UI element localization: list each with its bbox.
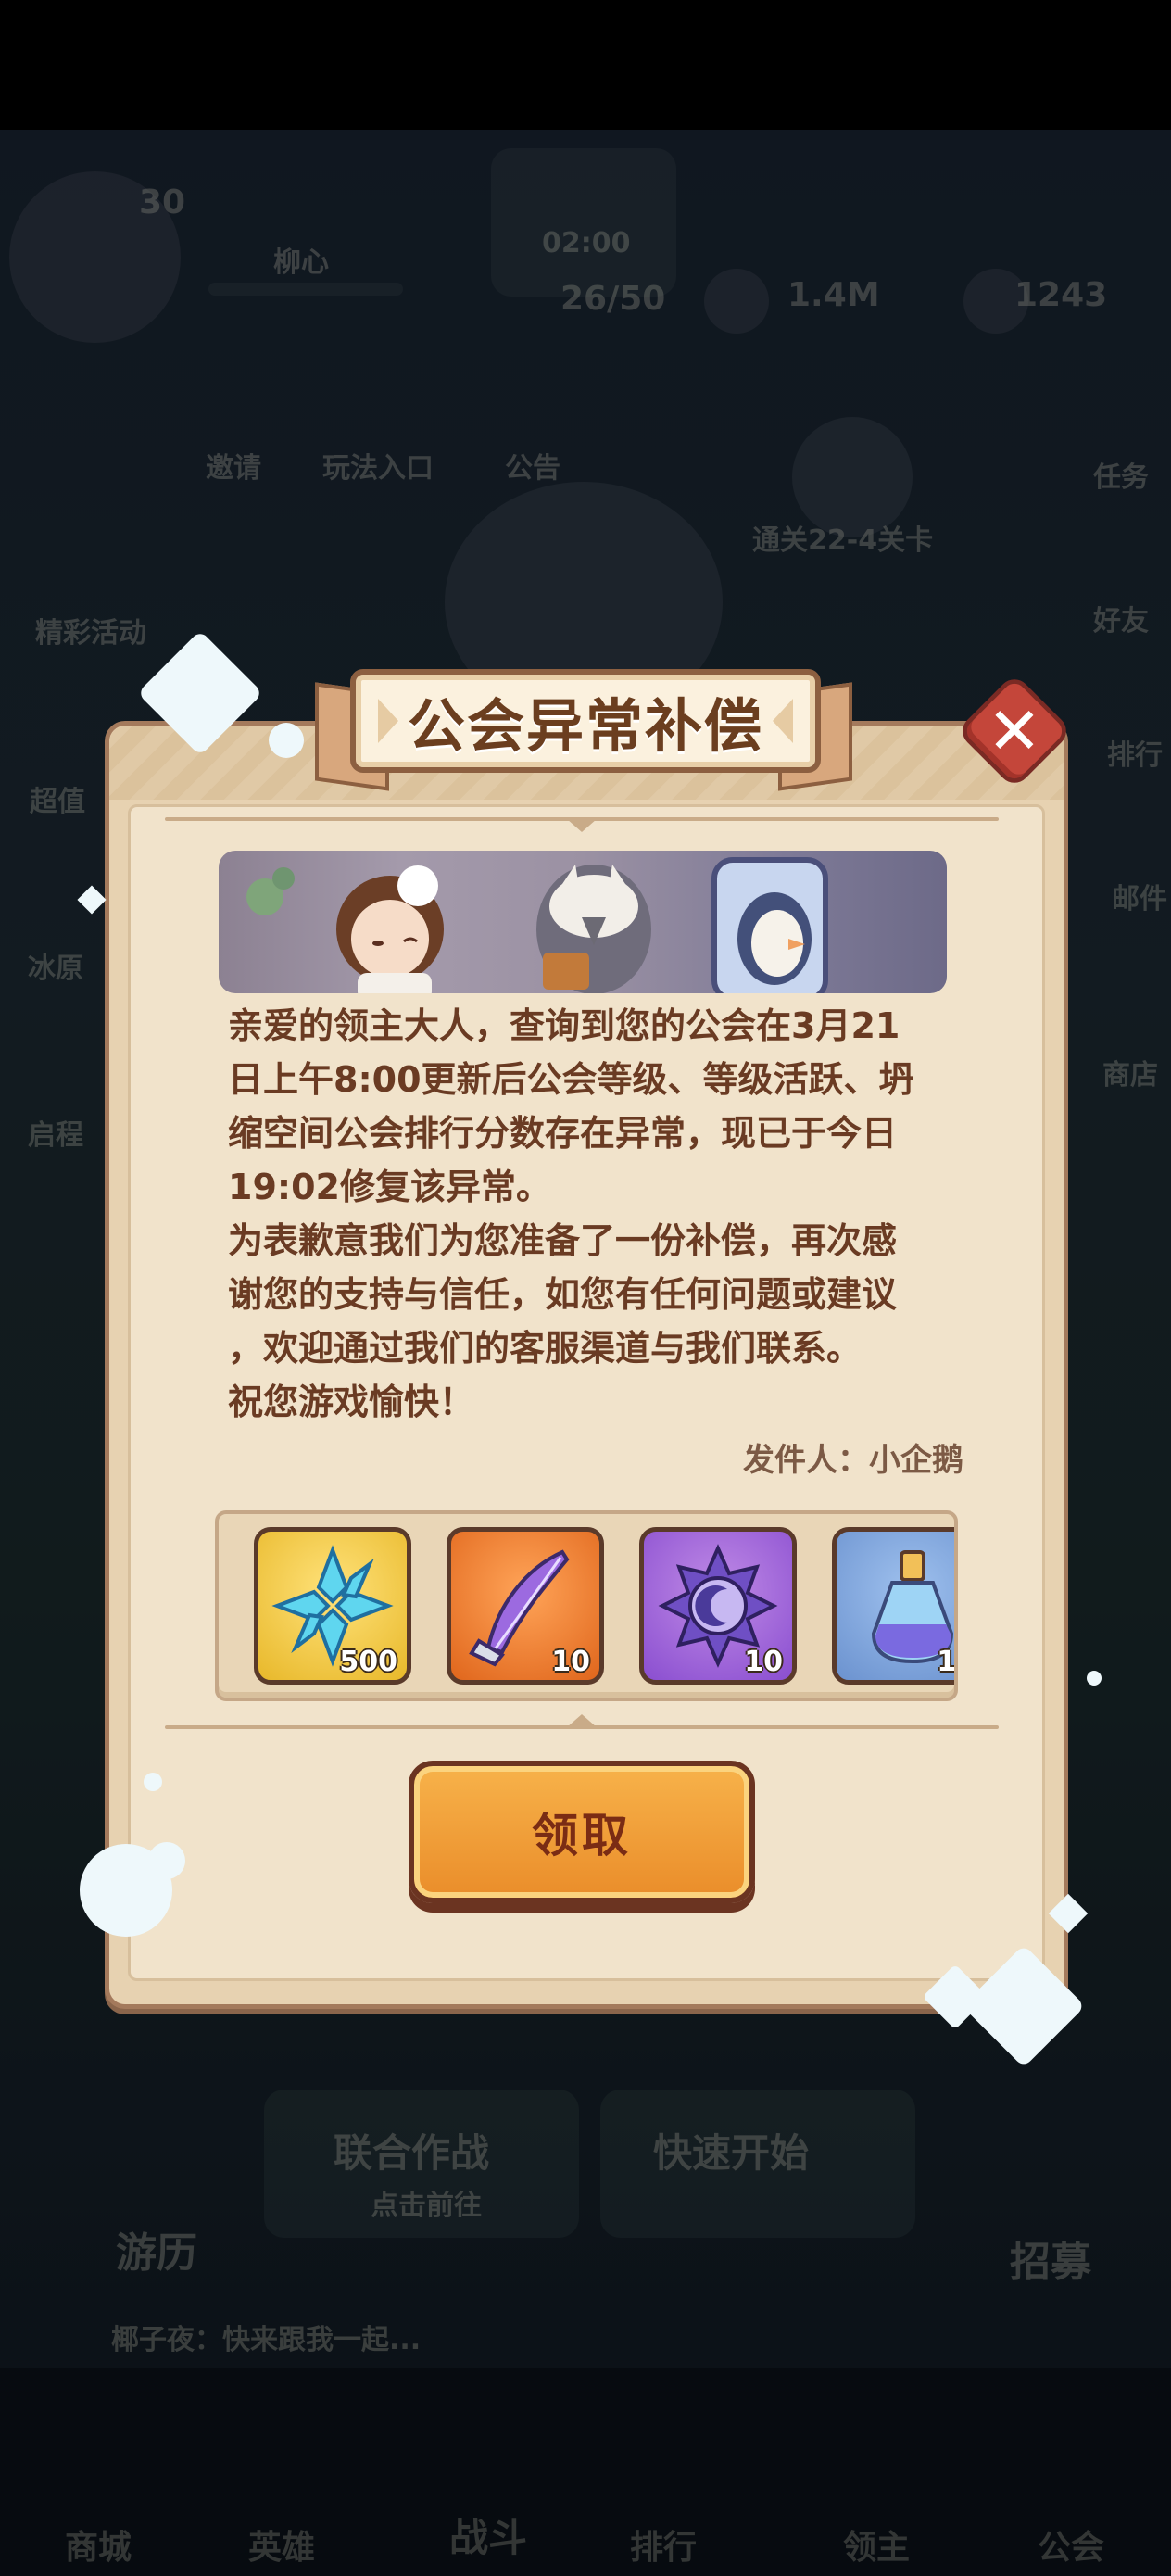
message-line: 为表歉意我们为您准备了一份补偿，再次感 xyxy=(228,1220,898,1261)
reward-quantity: 500 xyxy=(339,1646,397,1678)
sparkle-dot-right xyxy=(1087,1671,1102,1686)
rewards-list[interactable]: 500 10 10 10 xyxy=(215,1510,958,1701)
message-line: 谢您的支持与信任，如您有任何问题或建议 xyxy=(228,1274,898,1315)
message-line: ，欢迎通过我们的客服渠道与我们联系。 xyxy=(228,1328,863,1369)
message-line: 日上午8:00更新后公会等级、等级活跃、坍 xyxy=(228,1059,914,1100)
reward-item[interactable]: 10 xyxy=(447,1527,604,1685)
claim-label: 领取 xyxy=(532,1809,632,1863)
title-banner: 公会异常补偿 xyxy=(350,669,821,773)
sparkle-dot-small xyxy=(144,1773,162,1791)
divider-ornament xyxy=(567,1714,597,1727)
sparkle-dot xyxy=(269,723,304,758)
reward-item[interactable]: 500 xyxy=(254,1527,411,1685)
chevron-left-icon xyxy=(378,699,398,743)
divider-ornament xyxy=(567,819,597,832)
dialog-title: 公会异常补偿 xyxy=(407,692,763,760)
reward-item[interactable]: 10 xyxy=(832,1527,957,1685)
message-line: 亲爱的领主大人，查询到您的公会在3月21 xyxy=(228,1005,900,1046)
claim-button[interactable]: 领取 xyxy=(409,1761,755,1903)
mail-banner-image xyxy=(219,851,947,993)
message-body: 亲爱的领主大人，查询到您的公会在3月21 日上午8:00更新后公会等级、等级活跃… xyxy=(228,999,951,1429)
status-bar xyxy=(0,0,1171,130)
reward-quantity: 10 xyxy=(551,1646,590,1678)
message-line: 祝您游戏愉快！ xyxy=(228,1382,475,1422)
reward-quantity: 10 xyxy=(937,1646,957,1678)
chevron-right-icon xyxy=(773,699,793,743)
message-line: 缩空间公会排行分数存在异常，现已于今日 xyxy=(228,1113,898,1154)
reward-quantity: 10 xyxy=(744,1646,783,1678)
message-line: 19:02修复该异常。 xyxy=(228,1167,551,1207)
reward-item[interactable]: 10 xyxy=(639,1527,797,1685)
sender-label: 发件人：小企鹅 xyxy=(743,1442,963,1479)
sparkle-bubble-small xyxy=(148,1842,185,1879)
